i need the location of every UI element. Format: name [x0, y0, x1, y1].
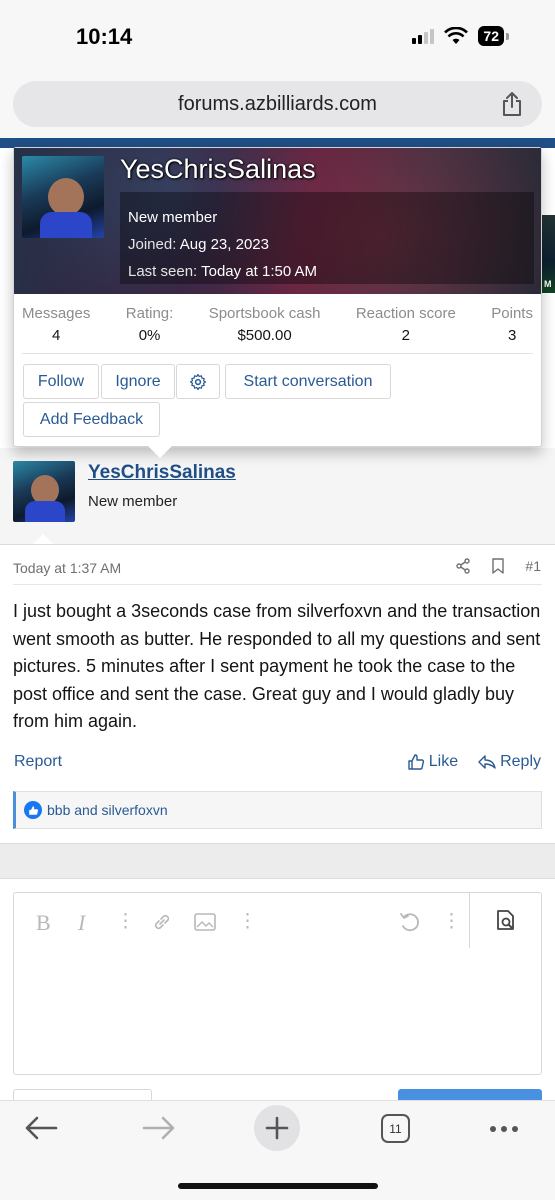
reactions-bar[interactable]: bbb and silverfoxvn	[13, 791, 542, 829]
share-icon[interactable]	[455, 558, 471, 574]
member-tooltip-card: YesChrisSalinas New member Joined: Aug 2…	[13, 147, 542, 447]
reply-label: Reply	[500, 753, 541, 770]
stat-sportsbook-cash: Sportsbook cash $500.00	[208, 305, 321, 344]
share-icon[interactable]	[500, 91, 524, 117]
post-divider	[0, 544, 555, 545]
card-divider	[22, 353, 533, 354]
member-name[interactable]: YesChrisSalinas	[120, 154, 316, 185]
stat-reaction-score: Reaction score 2	[355, 305, 456, 344]
plus-icon	[265, 1116, 289, 1140]
status-icons: 72	[412, 26, 509, 46]
status-time: 10:14	[76, 24, 133, 49]
post-username-link[interactable]: YesChrisSalinas	[88, 462, 236, 484]
like-reaction-icon	[24, 801, 42, 819]
reply-icon	[478, 755, 496, 769]
home-indicator	[178, 1183, 378, 1189]
new-tab-button[interactable]	[254, 1105, 300, 1151]
cellular-signal-icon	[412, 28, 435, 44]
member-last-seen: Last seen: Today at 1:50 AM	[128, 263, 318, 280]
banner-edge-text: M	[544, 279, 552, 289]
member-info-box: New member Joined: Aug 23, 2023 Last see…	[120, 192, 534, 284]
undo-icon[interactable]	[398, 911, 420, 933]
reply-button[interactable]: Reply	[478, 753, 541, 771]
post-arrow	[33, 534, 53, 544]
battery-level: 72	[478, 26, 504, 46]
start-conversation-button[interactable]: Start conversation	[225, 364, 391, 399]
wifi-icon	[444, 27, 469, 44]
meta-divider	[13, 584, 542, 585]
member-user-title: New member	[128, 209, 218, 226]
more-tools-icon[interactable]: ⋮	[442, 910, 461, 933]
page-banner-edge: M	[542, 215, 555, 293]
tab-count-button[interactable]: 11	[381, 1114, 410, 1143]
link-icon[interactable]	[152, 912, 172, 932]
battery-icon: 72	[478, 26, 509, 46]
bold-icon[interactable]: B	[36, 910, 51, 936]
stat-points: Points 3	[491, 305, 533, 344]
report-link[interactable]: Report	[14, 753, 62, 771]
status-bar: 10:14 72	[0, 0, 555, 72]
post-user-title: New member	[88, 493, 178, 510]
post-avatar[interactable]	[13, 461, 75, 522]
reply-editor[interactable]: B I ⋮ ⋮ ⋮	[13, 892, 542, 1075]
browser-address-area: forums.azbilliards.com	[0, 72, 555, 138]
member-avatar[interactable]	[22, 156, 104, 238]
more-options-icon[interactable]: ⋮	[116, 910, 135, 933]
post-timestamp[interactable]: Today at 1:37 AM	[13, 560, 121, 576]
post-meta-actions: #1	[455, 558, 541, 574]
follow-button[interactable]: Follow	[23, 364, 99, 399]
stat-messages: Messages 4	[22, 305, 91, 344]
address-bar[interactable]: forums.azbilliards.com	[13, 81, 542, 127]
post-number[interactable]: #1	[525, 558, 541, 574]
preview-button[interactable]	[469, 893, 541, 948]
post-body: I just bought a 3seconds case from silve…	[13, 601, 541, 731]
like-button[interactable]: Like	[407, 753, 458, 771]
thumbs-up-icon	[408, 754, 424, 770]
gear-icon	[189, 373, 207, 390]
settings-button[interactable]	[176, 364, 220, 399]
ignore-button[interactable]: Ignore	[101, 364, 175, 399]
reaction-names[interactable]: bbb and silverfoxvn	[47, 802, 168, 818]
more-insert-icon[interactable]: ⋮	[238, 910, 257, 933]
member-stats: Messages 4 Rating: 0% Sportsbook cash $5…	[14, 304, 541, 348]
add-feedback-button[interactable]: Add Feedback	[23, 402, 160, 437]
section-separator	[0, 843, 555, 879]
italic-icon[interactable]: I	[78, 910, 85, 936]
post-user-header: YesChrisSalinas New member	[0, 448, 555, 544]
card-pointer	[148, 446, 172, 458]
preview-icon	[497, 910, 514, 930]
stat-rating: Rating: 0%	[125, 305, 174, 344]
bookmark-icon[interactable]	[491, 558, 505, 574]
member-joined: Joined: Aug 23, 2023	[128, 236, 269, 253]
more-menu-icon[interactable]	[489, 1125, 519, 1133]
image-icon[interactable]	[194, 913, 216, 931]
back-arrow-icon[interactable]	[24, 1115, 58, 1141]
editor-toolbar: B I ⋮ ⋮ ⋮	[14, 893, 541, 948]
url-text: forums.azbilliards.com	[178, 93, 377, 115]
like-label: Like	[428, 753, 459, 770]
forward-arrow-icon[interactable]	[142, 1115, 176, 1141]
post-actions: Like Reply	[407, 753, 541, 771]
